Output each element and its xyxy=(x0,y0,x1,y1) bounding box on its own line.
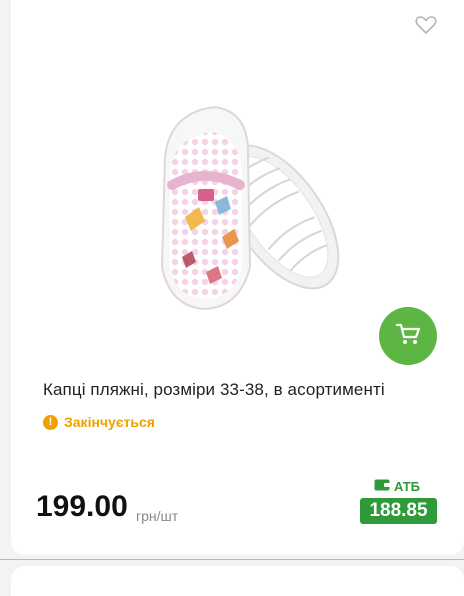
price: 199.00 xyxy=(36,490,128,523)
stock-status: ! Закінчується xyxy=(43,414,155,430)
wallet-icon xyxy=(374,479,390,494)
cart-icon xyxy=(395,322,421,351)
next-product-card[interactable] xyxy=(11,566,464,596)
exclamation-icon: ! xyxy=(43,414,58,430)
divider xyxy=(0,559,464,560)
atb-card-label: АТБ xyxy=(374,479,420,494)
product-image[interactable] xyxy=(130,97,360,317)
price-unit: грн/шт xyxy=(136,508,179,524)
heart-icon[interactable] xyxy=(415,15,437,35)
product-card[interactable]: Капці пляжні, розміри 33-38, в асортимен… xyxy=(11,0,464,555)
add-to-cart-button[interactable] xyxy=(379,307,437,365)
stock-status-label: Закінчується xyxy=(64,414,155,430)
product-title[interactable]: Капці пляжні, розміри 33-38, в асортимен… xyxy=(43,380,453,400)
atb-price-badge: 188.85 xyxy=(360,498,437,524)
atb-label-text: АТБ xyxy=(394,479,421,494)
